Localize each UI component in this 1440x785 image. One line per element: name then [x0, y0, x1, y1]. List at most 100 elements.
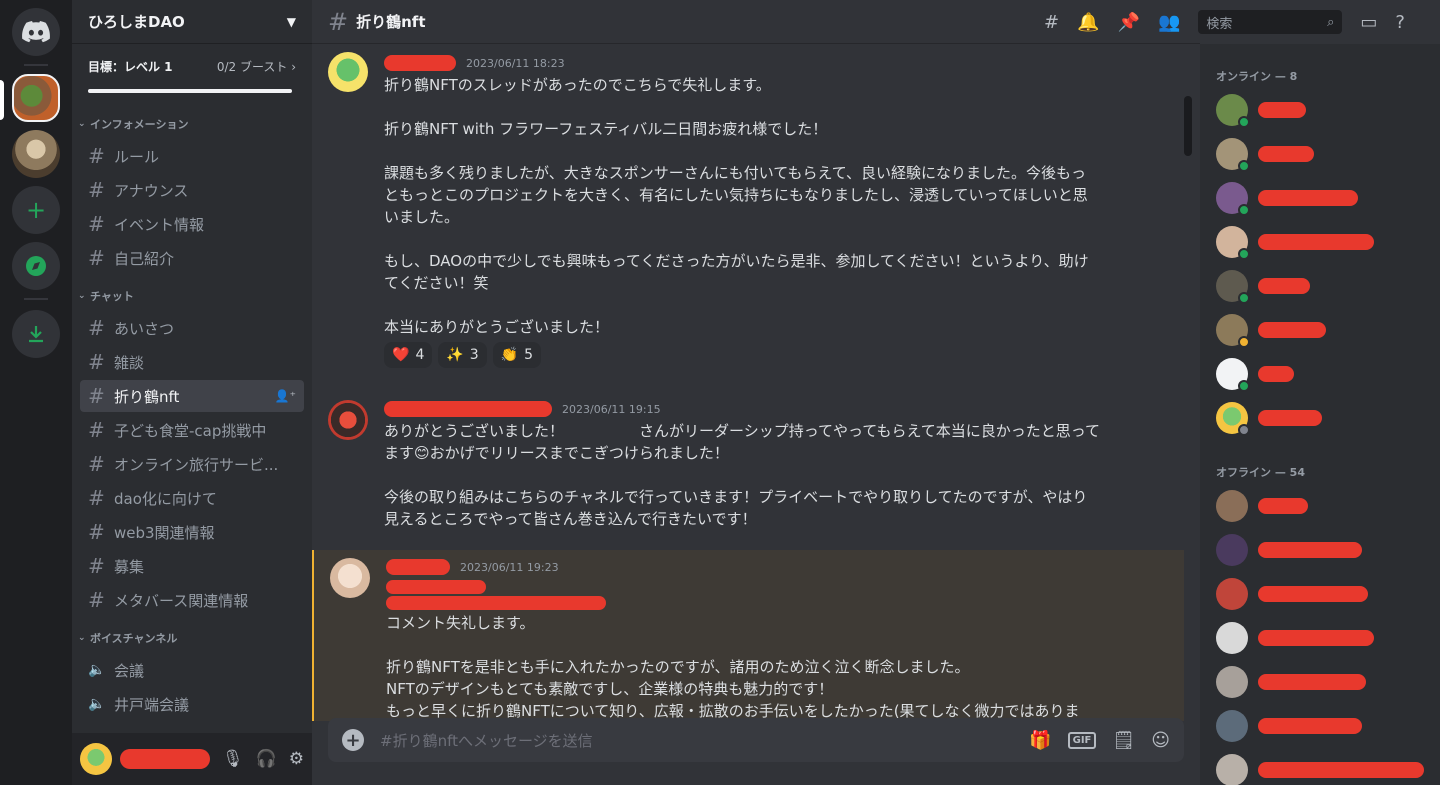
help-icon[interactable]: ?: [1395, 12, 1405, 33]
hash-icon: #: [88, 554, 105, 578]
avatar: [1216, 578, 1248, 610]
hash-icon: #: [88, 178, 105, 202]
reaction-clap[interactable]: 👏 5: [492, 342, 542, 368]
channel-web3[interactable]: # web3関連情報: [80, 516, 304, 548]
server-icon-2[interactable]: [12, 130, 60, 178]
member-item[interactable]: [1208, 176, 1432, 220]
pin-icon[interactable]: 📌: [1118, 12, 1140, 33]
sparkles-icon: ✨: [446, 347, 464, 363]
message-composer[interactable]: + #折り鶴nftへメッセージを送信 🎁 GIF 🗒 ☺: [328, 718, 1184, 762]
sticker-icon[interactable]: 🗒: [1112, 730, 1135, 751]
hash-icon: #: [88, 588, 105, 612]
server-name: ひろしまDAO: [88, 13, 185, 31]
member-list: オンライン — 8 オフライン — 54: [1200, 44, 1440, 785]
hash-icon: #: [88, 418, 105, 442]
server-icon-hiroshima-dao[interactable]: [12, 74, 60, 122]
voice-channel-chat[interactable]: 🔈 井戸端会議: [80, 688, 304, 720]
reactions: ❤️ 4 ✨ 3 👏 5: [384, 342, 1136, 368]
message: 2023/06/11 18:23 折り鶴NFTのスレッドがあったのでこちらで失礼…: [312, 44, 1184, 376]
hash-icon: #: [328, 7, 349, 36]
download-apps-button[interactable]: [12, 310, 60, 358]
message-highlighted: 2023/06/11 19:23 コメント失礼します。 折り鶴NFTを是非とも手…: [312, 550, 1184, 721]
reaction-sparkles[interactable]: ✨ 3: [438, 342, 487, 368]
channel-rules[interactable]: # ルール: [80, 140, 304, 172]
voice-channel-meeting[interactable]: 🔈 会議: [80, 654, 304, 686]
category-information[interactable]: ⌄ インフォメーション: [72, 110, 312, 138]
avatar: [1216, 490, 1248, 522]
member-item[interactable]: [1208, 616, 1432, 660]
channel-label: 自己紹介: [114, 249, 175, 268]
channel-intro[interactable]: # 自己紹介: [80, 242, 304, 274]
channel-dao[interactable]: # dao化に向けて: [80, 482, 304, 514]
scrollbar[interactable]: [1184, 96, 1192, 156]
category-chat[interactable]: ⌄ チャット: [72, 282, 312, 310]
boost-progress[interactable]: 目標：レベル 1 0/2 ブースト ›: [72, 44, 312, 102]
member-item[interactable]: [1208, 528, 1432, 572]
avatar[interactable]: [328, 52, 368, 92]
discord-home-button[interactable]: [12, 8, 60, 56]
member-item[interactable]: [1208, 308, 1432, 352]
threads-icon[interactable]: #: [1044, 12, 1059, 33]
avatar[interactable]: [330, 558, 370, 598]
avatar: [1216, 622, 1248, 654]
mic-muted-icon[interactable]: 🎙: [222, 749, 244, 769]
channel-smalltalk[interactable]: # 雑談: [80, 346, 304, 378]
channel-kids-cafeteria[interactable]: # 子ども食堂-cap挑戦中: [80, 414, 304, 446]
member-item[interactable]: [1208, 660, 1432, 704]
reaction-count: 3: [469, 347, 479, 363]
member-name-redacted: [1258, 586, 1368, 602]
gear-icon[interactable]: ⚙: [289, 749, 304, 769]
attach-plus-icon[interactable]: +: [342, 729, 364, 751]
channel-recruit[interactable]: # 募集: [80, 550, 304, 582]
emoji-icon[interactable]: ☺: [1151, 730, 1170, 751]
member-item[interactable]: [1208, 352, 1432, 396]
channel-events[interactable]: # イベント情報: [80, 208, 304, 240]
channel-greetings[interactable]: # あいさつ: [80, 312, 304, 344]
avatar: [1216, 270, 1250, 304]
discord-logo-icon: [22, 21, 50, 43]
channel-label: 雑談: [114, 353, 145, 372]
channel-orizuru-nft[interactable]: # 折り鶴nft 👤⁺: [80, 380, 304, 412]
status-online-icon: [1238, 204, 1250, 216]
channel-online-travel[interactable]: # オンライン旅行サービ...: [80, 448, 304, 480]
member-item[interactable]: [1208, 396, 1432, 440]
boost-bar: [88, 89, 292, 93]
channel-announce[interactable]: # アナウンス: [80, 174, 304, 206]
headphones-icon[interactable]: 🎧: [256, 749, 277, 769]
channel-metaverse[interactable]: # メタバース関連情報: [80, 584, 304, 616]
member-item[interactable]: [1208, 704, 1432, 748]
category-voice[interactable]: ⌄ ボイスチャンネル: [72, 624, 312, 652]
member-item[interactable]: [1208, 572, 1432, 616]
add-member-icon[interactable]: 👤⁺: [275, 389, 296, 403]
chat-area: # 折り鶴nft 2023/06/11 18:23 折り鶴NFTのスレッドがあっ…: [312, 0, 1200, 785]
search-input[interactable]: 検索 ⌕: [1198, 10, 1343, 34]
members-icon[interactable]: 👥: [1158, 12, 1180, 33]
avatar[interactable]: [80, 743, 112, 775]
member-item[interactable]: [1208, 220, 1432, 264]
author-name-redacted[interactable]: [384, 55, 456, 71]
message-input[interactable]: #折り鶴nftへメッセージを送信: [380, 730, 593, 751]
add-server-button[interactable]: +: [12, 186, 60, 234]
author-name-redacted[interactable]: [386, 559, 450, 575]
avatar[interactable]: [328, 400, 368, 440]
explore-servers-button[interactable]: [12, 242, 60, 290]
search-placeholder: 検索: [1206, 16, 1233, 32]
inbox-icon[interactable]: ▭: [1360, 12, 1377, 33]
member-item[interactable]: [1208, 264, 1432, 308]
server-header[interactable]: ひろしまDAO ▼: [72, 0, 312, 44]
author-name-redacted[interactable]: [384, 401, 552, 417]
channel-sidebar: ひろしまDAO ▼ 目標：レベル 1 0/2 ブースト › ⌄ インフォメーション…: [72, 0, 312, 785]
member-item[interactable]: [1208, 132, 1432, 176]
member-name-redacted: [1258, 498, 1308, 514]
member-item[interactable]: [1208, 484, 1432, 528]
gift-icon[interactable]: 🎁: [1029, 730, 1051, 751]
reaction-heart[interactable]: ❤️ 4: [384, 342, 433, 368]
bell-icon[interactable]: 🔔: [1077, 12, 1099, 33]
hash-icon: #: [88, 520, 105, 544]
gif-icon[interactable]: GIF: [1067, 731, 1097, 749]
heart-icon: ❤️: [392, 347, 410, 363]
member-name-redacted: [1258, 542, 1362, 558]
hash-icon: #: [88, 316, 105, 340]
member-item[interactable]: [1208, 748, 1432, 785]
member-item[interactable]: [1208, 88, 1432, 132]
